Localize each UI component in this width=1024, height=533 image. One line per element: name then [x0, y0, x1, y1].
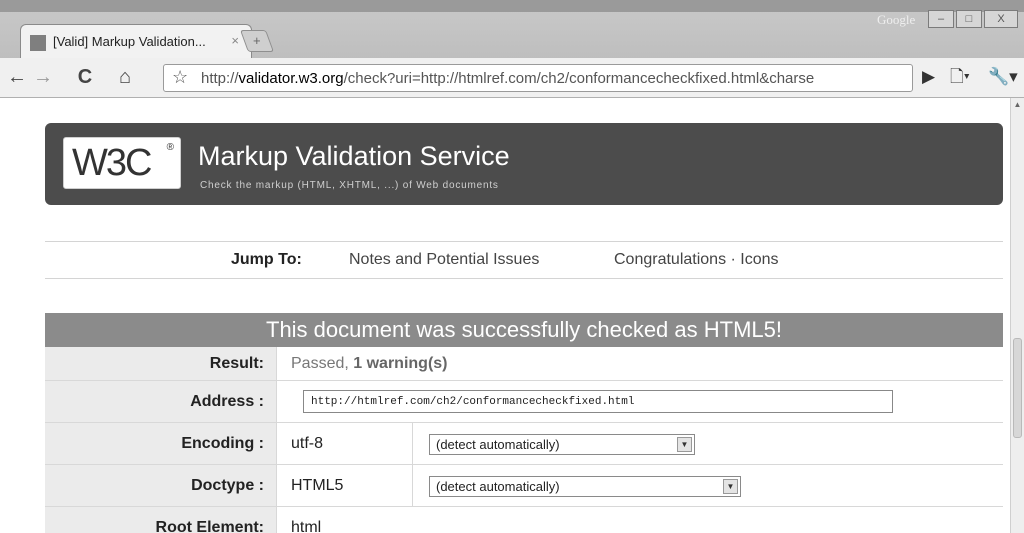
- minimize-button[interactable]: –: [928, 10, 954, 28]
- browser-toolbar: ← → C ⌂ ☆ http://validator.w3.org/check?…: [0, 58, 1024, 98]
- warning-count[interactable]: 1 warning(s): [353, 355, 447, 372]
- doctype-select-value: (detect automatically): [436, 479, 560, 494]
- wrench-icon[interactable]: 🔧▾: [988, 64, 1018, 90]
- congratulations-icons-link[interactable]: Congratulations · Icons: [614, 251, 779, 269]
- w3c-logo[interactable]: W3C ®: [63, 137, 181, 189]
- service-subtitle: Check the markup (HTML, XHTML, ...) of W…: [200, 180, 499, 191]
- close-tab-icon[interactable]: ×: [231, 33, 239, 48]
- back-icon[interactable]: ←: [6, 64, 28, 90]
- encoding-value: utf-8: [291, 435, 324, 452]
- jump-to-bar: Jump To: Notes and Potential Issues Cong…: [45, 241, 1003, 279]
- notes-issues-link[interactable]: Notes and Potential Issues: [349, 251, 539, 269]
- root-element-row: Root Element: html: [45, 507, 1003, 533]
- result-label: Result:: [45, 347, 277, 380]
- doctype-value: HTML5: [291, 477, 344, 494]
- star-icon[interactable]: ☆: [172, 67, 188, 88]
- reload-icon[interactable]: C: [72, 64, 98, 90]
- encoding-label: Encoding :: [45, 423, 277, 464]
- cell-divider: [412, 423, 413, 464]
- address-bar[interactable]: ☆ http://validator.w3.org/check?uri=http…: [163, 64, 913, 92]
- root-element-value: html: [291, 519, 322, 533]
- page-menu-icon[interactable]: 🗋▾: [950, 64, 970, 90]
- address-label: Address :: [45, 381, 277, 422]
- forward-icon[interactable]: →: [32, 64, 54, 90]
- maximize-button[interactable]: □: [956, 10, 982, 28]
- doctype-select[interactable]: (detect automatically) ▼: [429, 476, 741, 497]
- favicon-icon: [30, 35, 46, 51]
- results-table: This document was successfully checked a…: [45, 313, 1003, 533]
- close-window-button[interactable]: X: [984, 10, 1018, 28]
- scroll-thumb[interactable]: [1013, 338, 1022, 438]
- vertical-scrollbar[interactable]: ▲: [1010, 98, 1024, 533]
- result-row: Result: Passed, 1 warning(s): [45, 347, 1003, 381]
- w3c-banner: W3C ® Markup Validation Service Check th…: [45, 123, 1003, 205]
- service-title: Markup Validation Service: [198, 141, 510, 171]
- doctype-row: Doctype : HTML5 (detect automatically) ▼: [45, 465, 1003, 507]
- scroll-up-icon[interactable]: ▲: [1011, 100, 1024, 109]
- browser-tab[interactable]: [Valid] Markup Validation... ×: [20, 24, 252, 58]
- address-input[interactable]: [303, 390, 893, 413]
- root-element-label: Root Element:: [45, 507, 277, 533]
- address-row: Address :: [45, 381, 1003, 423]
- address-url: http://validator.w3.org/check?uri=http:/…: [201, 70, 815, 87]
- chevron-down-icon: ▼: [677, 437, 692, 452]
- window-corner-label: Google: [877, 12, 916, 27]
- tab-title: [Valid] Markup Validation...: [53, 34, 206, 49]
- browser-chrome: [Valid] Markup Validation... × + Google …: [0, 0, 1024, 98]
- plus-icon: +: [253, 33, 261, 48]
- title-bar: [0, 0, 1024, 12]
- result-value: Passed, 1 warning(s): [291, 355, 448, 372]
- encoding-select-value: (detect automatically): [436, 437, 560, 452]
- home-icon[interactable]: ⌂: [112, 64, 138, 90]
- encoding-select[interactable]: (detect automatically) ▼: [429, 434, 695, 455]
- encoding-row: Encoding : utf-8 (detect automatically) …: [45, 423, 1003, 465]
- jump-to-label: Jump To:: [231, 251, 302, 268]
- chevron-down-icon: ▼: [723, 479, 738, 494]
- play-icon[interactable]: ▶: [922, 64, 935, 90]
- doctype-label: Doctype :: [45, 465, 277, 506]
- results-header: This document was successfully checked a…: [45, 313, 1003, 347]
- cell-divider: [412, 465, 413, 506]
